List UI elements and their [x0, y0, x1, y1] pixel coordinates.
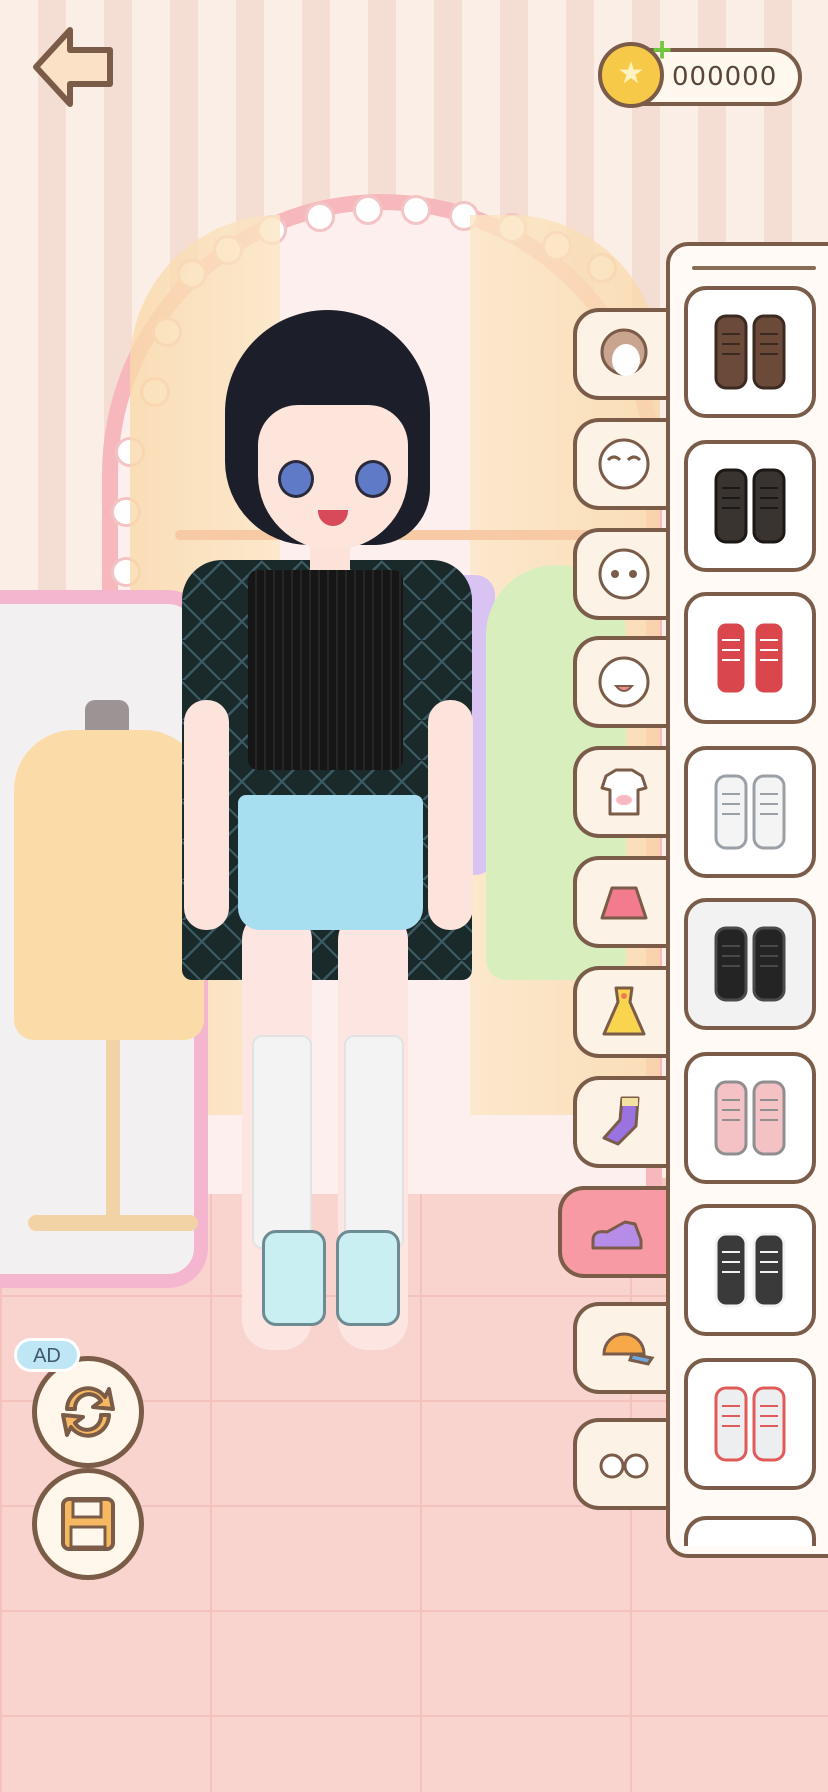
back-arrow-icon — [33, 27, 113, 107]
tab-skirts[interactable] — [573, 856, 671, 948]
left-knee-sock — [252, 1035, 312, 1249]
save-disk-icon — [61, 1497, 115, 1551]
left-sandal — [262, 1230, 326, 1326]
save-outfit-button[interactable] — [32, 1468, 144, 1580]
glasses-icon — [599, 1453, 649, 1479]
tab-mouth[interactable] — [573, 636, 671, 728]
item-flower-clogs[interactable] — [684, 1358, 816, 1490]
dress-icon — [602, 986, 646, 1036]
tab-socks[interactable] — [573, 1076, 671, 1168]
coin-count: 000000 — [672, 62, 778, 92]
tab-dresses[interactable] — [573, 966, 671, 1058]
item-black-boots[interactable] — [684, 440, 816, 572]
tab-hats[interactable] — [573, 1302, 671, 1394]
ad-badge: AD — [14, 1338, 80, 1372]
refresh-icon — [61, 1386, 115, 1438]
eyebrows-icon — [598, 438, 650, 490]
pink-sneakers-icon — [714, 1080, 786, 1156]
add-coins-button[interactable]: + — [648, 33, 676, 67]
cap-icon — [602, 1332, 655, 1366]
left-arm — [184, 700, 229, 930]
tab-eyes[interactable] — [573, 528, 671, 620]
skirt-icon — [600, 886, 648, 920]
black-boots-icon — [714, 468, 786, 544]
item-pink-sneakers[interactable] — [684, 1052, 816, 1184]
randomize-outfit-button[interactable] — [32, 1356, 144, 1468]
hair-icon — [600, 328, 648, 376]
shoe-icon — [591, 1220, 642, 1250]
black-white-sneakers-icon — [714, 1232, 786, 1308]
item-red-sneakers[interactable] — [684, 592, 816, 724]
white-sneakers-icon — [714, 774, 786, 850]
right-eye — [355, 460, 391, 498]
back-button[interactable] — [30, 24, 116, 110]
right-knee-sock — [344, 1035, 404, 1249]
item-card-partial[interactable] — [684, 1516, 816, 1546]
right-arm — [428, 700, 473, 930]
item-white-sneakers[interactable] — [684, 746, 816, 878]
sock-icon — [602, 1096, 640, 1146]
mouth-icon — [598, 656, 650, 708]
black-loafers-icon — [714, 926, 786, 1002]
tshirt-icon — [600, 768, 648, 816]
tab-hair[interactable] — [573, 308, 671, 400]
tab-glasses[interactable] — [573, 1418, 671, 1510]
panel-scroll-indicator — [692, 266, 816, 270]
denim-shorts — [238, 795, 423, 930]
item-black-white-sneakers[interactable] — [684, 1204, 816, 1336]
item-brown-boots[interactable] — [684, 286, 816, 418]
left-eye — [278, 460, 314, 498]
eyes-icon — [598, 548, 650, 600]
brown-boots-icon — [714, 314, 786, 390]
right-sandal — [336, 1230, 400, 1326]
item-black-loafers[interactable] — [684, 898, 816, 1030]
red-sneakers-icon — [714, 620, 786, 696]
black-camisole — [248, 570, 403, 770]
tab-tops[interactable] — [573, 746, 671, 838]
tab-eyebrows[interactable] — [573, 418, 671, 510]
dressup-character[interactable] — [170, 310, 490, 1510]
flower-clogs-icon — [714, 1386, 786, 1462]
tab-shoes[interactable] — [558, 1186, 671, 1278]
